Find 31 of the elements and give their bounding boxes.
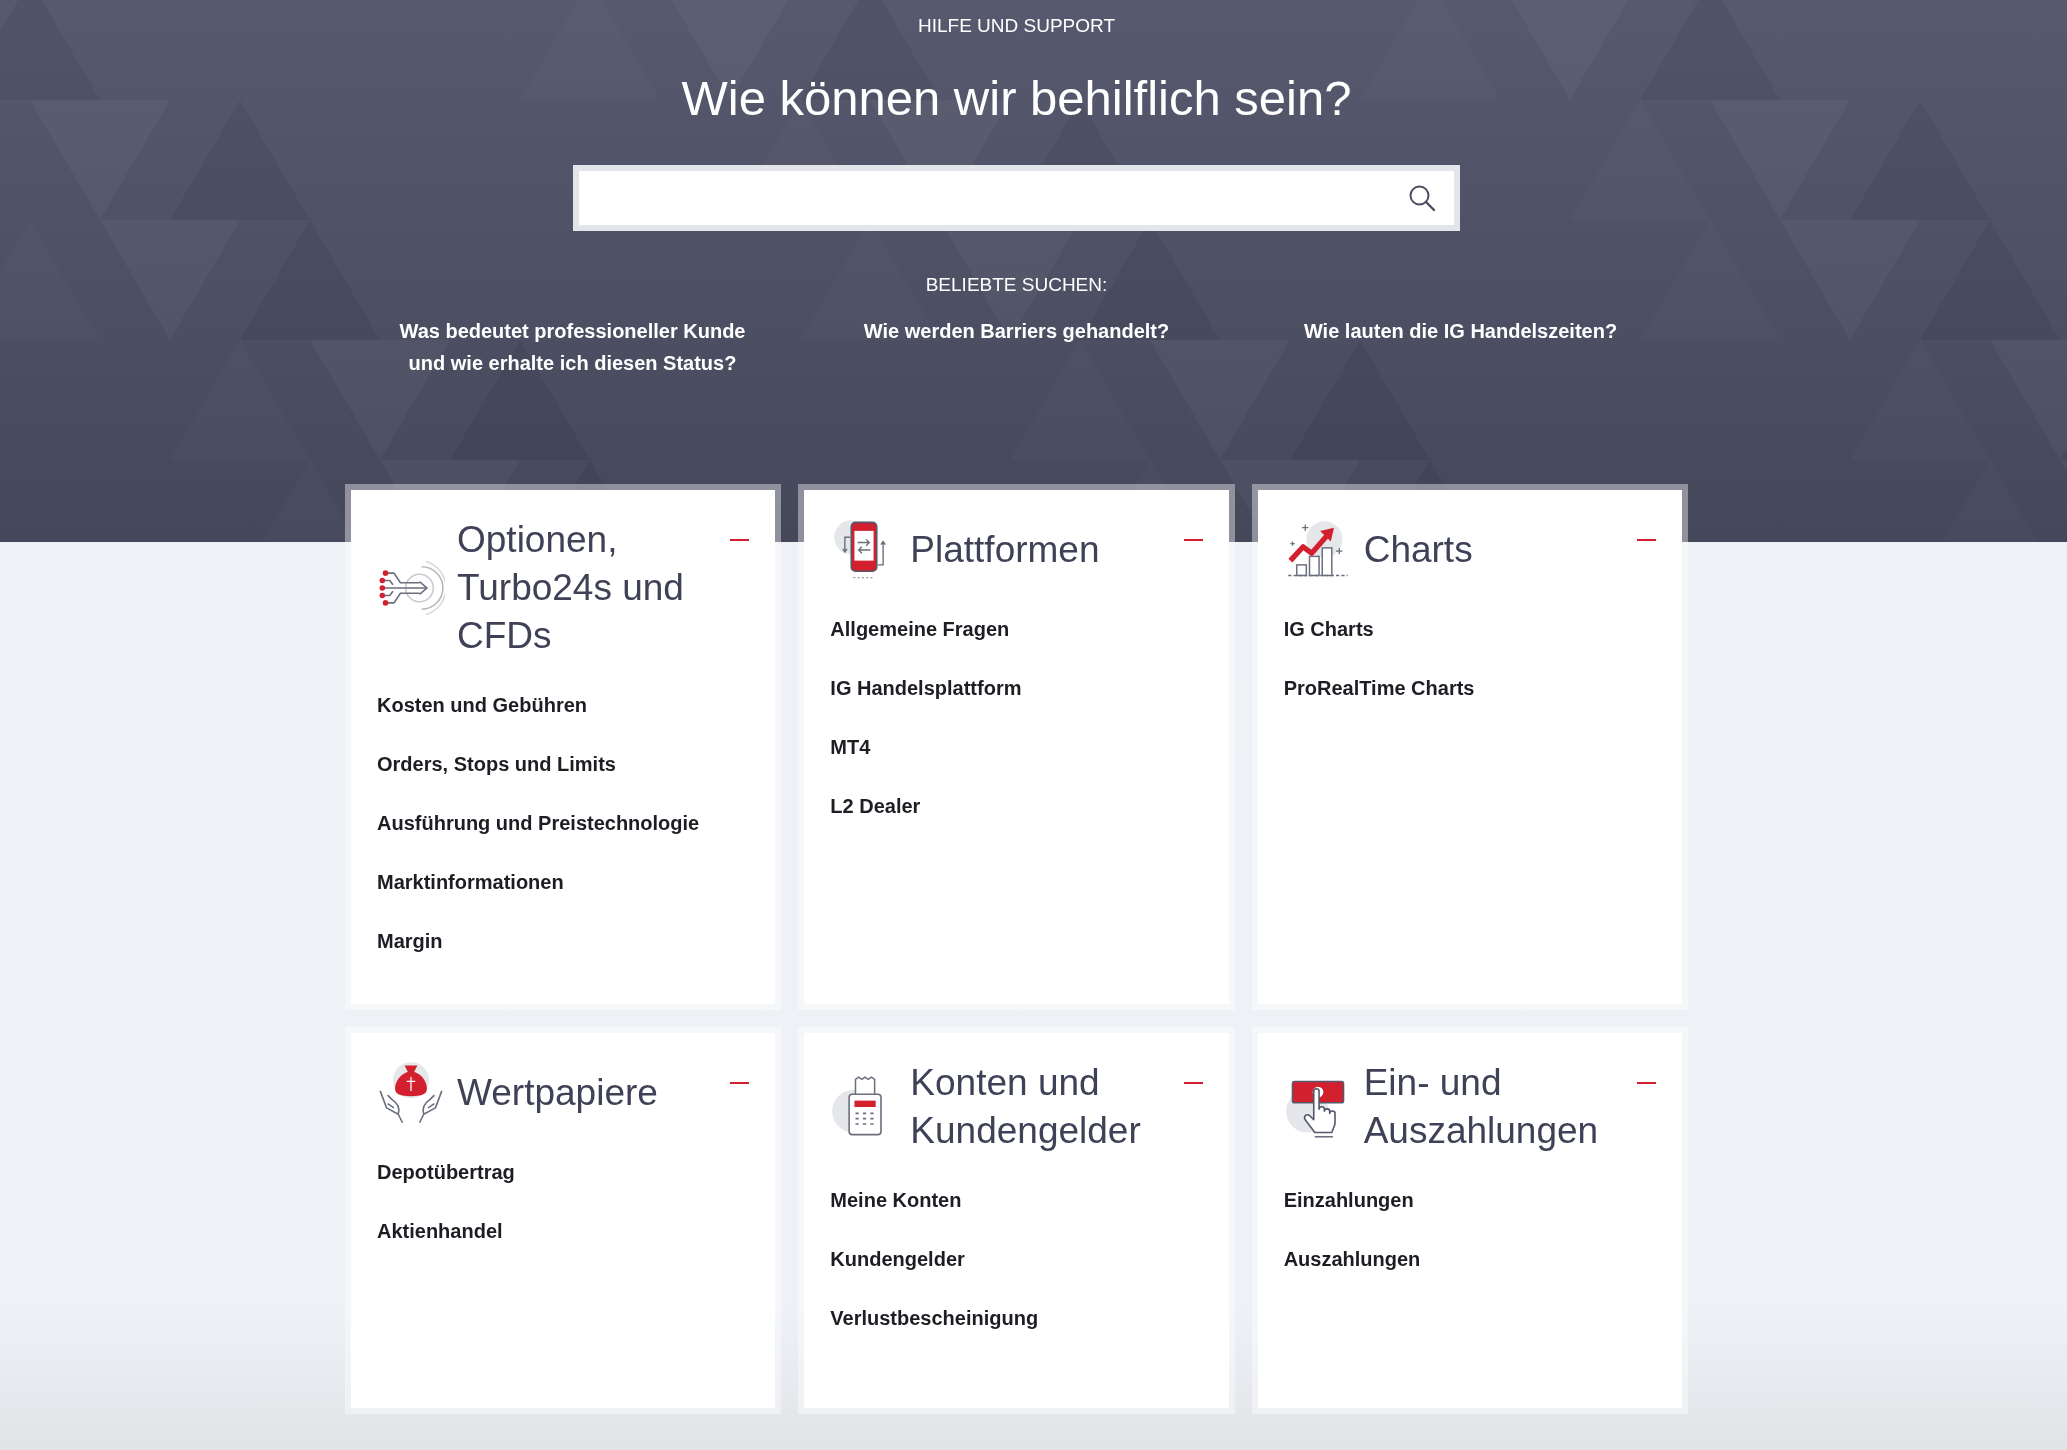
- popular-searches-label: BELIEBTE SUCHEN:: [925, 273, 1108, 297]
- category-link[interactable]: Orders, Stops und Limits: [377, 750, 616, 778]
- category-link[interactable]: Einzahlungen: [1283, 1186, 1414, 1214]
- category-link[interactable]: L2 Dealer: [830, 792, 921, 820]
- category-link[interactable]: MT4: [830, 733, 871, 761]
- category-title: Optionen, Turbo24s und CFDs: [457, 518, 685, 658]
- category-link[interactable]: IG Charts: [1283, 615, 1374, 643]
- category-link[interactable]: Margin: [377, 927, 443, 955]
- page-title: Wie können wir behilflich sein?: [681, 70, 1352, 127]
- category-link[interactable]: Kundengelder: [830, 1245, 965, 1273]
- category-link[interactable]: Kosten und Gebühren: [377, 691, 587, 719]
- category-link[interactable]: ProRealTime Charts: [1283, 674, 1475, 702]
- category-link[interactable]: Depotübertrag: [377, 1158, 515, 1186]
- category-title: Plattformen: [910, 528, 1100, 572]
- category-title: Konten und Kundengelder: [910, 1061, 1142, 1153]
- section-eyebrow: HILFE UND SUPPORT: [917, 14, 1116, 38]
- category-link[interactable]: Marktinformationen: [377, 868, 564, 896]
- popular-search-link[interactable]: Wie werden Barriers gehandelt?: [863, 315, 1170, 379]
- category-link[interactable]: Verlustbescheinigung: [830, 1304, 1039, 1332]
- category-title: Ein- und Auszahlungen: [1363, 1061, 1600, 1153]
- category-link[interactable]: IG Handelsplattform: [830, 674, 1022, 702]
- category-link[interactable]: Auszahlungen: [1283, 1245, 1421, 1273]
- category-title: Wertpapiere: [457, 1071, 658, 1115]
- popular-search-link[interactable]: Was bedeutet professioneller Kunde und wie erhalte ich diesen Status?: [390, 315, 755, 379]
- search-icon[interactable]: [1408, 184, 1436, 212]
- category-link[interactable]: Meine Konten: [830, 1186, 962, 1214]
- category-title: Charts: [1363, 528, 1473, 572]
- category-link[interactable]: Aktienhandel: [377, 1217, 503, 1245]
- popular-search-link[interactable]: Wie lauten die IG Handelszeiten?: [1303, 315, 1618, 379]
- category-link[interactable]: Allgemeine Fragen: [830, 615, 1010, 643]
- category-link[interactable]: Ausführung und Preistechnologie: [377, 809, 700, 837]
